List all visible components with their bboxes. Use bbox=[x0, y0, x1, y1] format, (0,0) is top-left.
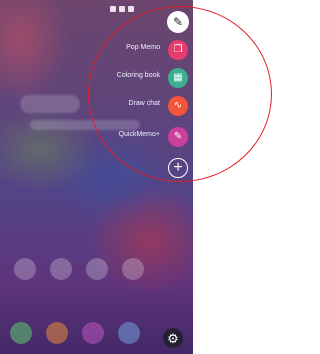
blurred-app-icon bbox=[86, 258, 108, 280]
blurred-dock bbox=[10, 322, 140, 344]
status-icon bbox=[119, 6, 125, 12]
status-icon bbox=[128, 6, 134, 12]
highlight-circle bbox=[88, 6, 272, 182]
blurred-app-icon bbox=[82, 322, 104, 344]
blurred-app-row bbox=[14, 258, 144, 280]
status-bar bbox=[110, 4, 134, 14]
blurred-app-icon bbox=[122, 258, 144, 280]
gear-icon[interactable]: ⚙ bbox=[163, 328, 183, 348]
status-icon bbox=[110, 6, 116, 12]
blurred-app-icon bbox=[118, 322, 140, 344]
blurred-app-icon bbox=[10, 322, 32, 344]
blurred-app-icon bbox=[14, 258, 36, 280]
blurred-app-icon bbox=[50, 258, 72, 280]
blurred-app-icon bbox=[46, 322, 68, 344]
